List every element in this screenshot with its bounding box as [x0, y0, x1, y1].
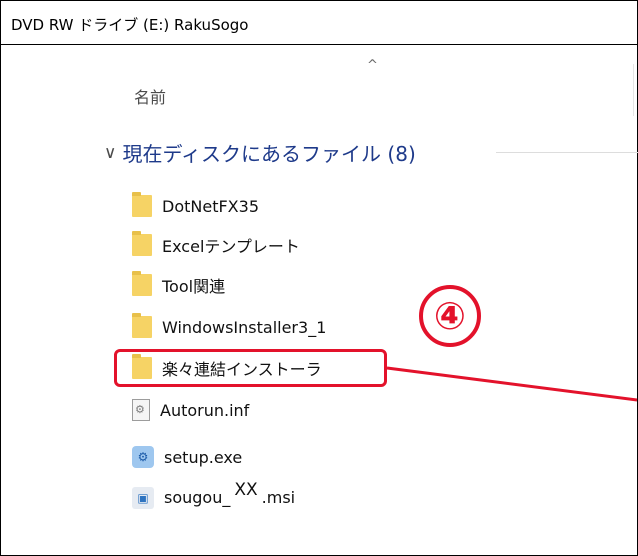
callout-line	[386, 366, 638, 402]
callout-arrow	[386, 366, 638, 402]
